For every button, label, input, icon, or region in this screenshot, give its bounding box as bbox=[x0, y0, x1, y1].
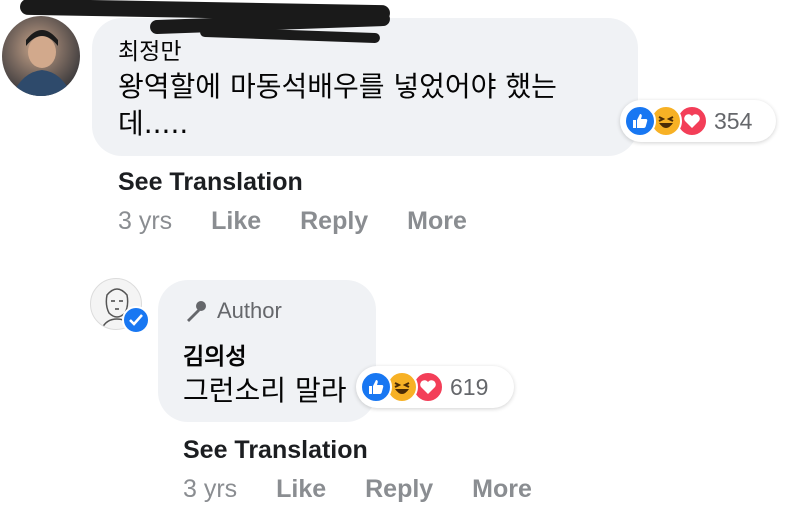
author-badge: Author bbox=[183, 298, 282, 324]
reply-text: 그런소리 말라 bbox=[183, 374, 347, 407]
reply-reactions[interactable]: 619 bbox=[356, 366, 514, 408]
comment-timestamp[interactable]: 3 yrs bbox=[118, 207, 172, 235]
like-icon bbox=[624, 105, 656, 137]
reply-timestamp[interactable]: 3 yrs bbox=[183, 475, 237, 503]
like-button[interactable]: Like bbox=[276, 475, 326, 503]
reaction-count: 354 bbox=[714, 107, 753, 134]
reaction-count: 619 bbox=[450, 373, 489, 400]
reply-actions: 3 yrs Like Reply More bbox=[183, 475, 532, 504]
reply-author-name[interactable]: 김의성 bbox=[183, 337, 246, 371]
author-badge-label: Author bbox=[217, 298, 282, 323]
microphone-icon bbox=[187, 301, 206, 322]
like-button[interactable]: Like bbox=[211, 207, 261, 235]
comment-text: 왕역할에 마동석배우를 넣었어야 했는 데..... bbox=[118, 68, 598, 142]
comment-text-line: 왕역할에 마동석배우를 넣었어야 했는 bbox=[118, 70, 557, 103]
reply-button[interactable]: Reply bbox=[300, 207, 368, 235]
like-icon bbox=[360, 371, 392, 403]
commenter-avatar[interactable] bbox=[2, 16, 80, 96]
comment-actions: 3 yrs Like Reply More bbox=[118, 207, 467, 236]
more-button[interactable]: More bbox=[472, 475, 532, 503]
comment-author-name[interactable]: 최정만 bbox=[118, 32, 181, 66]
more-button[interactable]: More bbox=[407, 207, 467, 235]
verified-badge-icon bbox=[122, 306, 150, 334]
see-translation-link[interactable]: See Translation bbox=[118, 168, 303, 197]
comment-reactions[interactable]: 354 bbox=[620, 100, 776, 142]
reply-button[interactable]: Reply bbox=[365, 475, 433, 503]
comment-text-line: 데..... bbox=[118, 107, 189, 140]
avatar-photo bbox=[12, 30, 72, 96]
see-translation-link[interactable]: See Translation bbox=[183, 436, 368, 465]
